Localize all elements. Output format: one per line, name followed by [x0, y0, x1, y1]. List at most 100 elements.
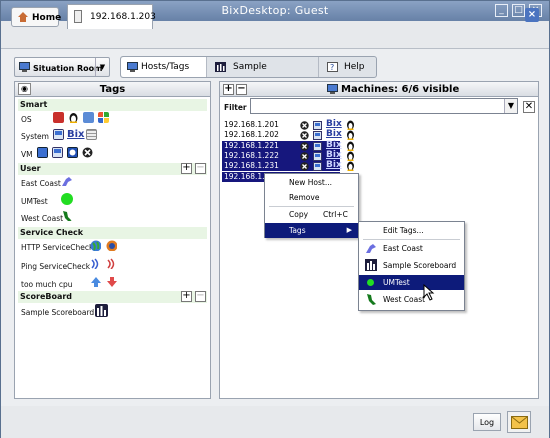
firefox-icon[interactable] [106, 240, 117, 251]
linux-penguin-icon[interactable] [68, 112, 79, 123]
tag-ping-check[interactable]: Ping ServiceCheck [21, 262, 90, 271]
machine-ip: 192.168.1.201 [224, 120, 279, 129]
vm-cluster-icon[interactable] [67, 147, 78, 158]
machine-row[interactable]: 192.168.1.202 Bix [222, 129, 354, 141]
green-dot-icon[interactable] [61, 193, 73, 205]
section-user: User [18, 163, 207, 175]
scoreboard-icon [365, 259, 377, 271]
machine-row[interactable]: 192.168.1.231 Bix [222, 160, 354, 172]
log-button[interactable]: Log [473, 413, 501, 431]
menu-new-host[interactable]: New Host... [265, 175, 358, 190]
menu-tags[interactable]: Tags ▶ [265, 223, 358, 238]
chevron-right-icon: ▶ [346, 226, 352, 234]
linux-penguin-icon [347, 161, 354, 172]
xen-icon[interactable] [82, 147, 93, 158]
submenu-umtest[interactable]: UMTest [359, 275, 464, 290]
home-tab-label: Home [32, 13, 62, 23]
bix-tag[interactable]: Bix [326, 119, 342, 129]
list-icon[interactable] [86, 129, 97, 140]
bix-tag[interactable]: Bix [326, 160, 342, 170]
submenu-edit-tags[interactable]: Edit Tags... [359, 223, 464, 238]
tag-bix[interactable]: Bix [67, 129, 85, 140]
bix-tag[interactable]: Bix [326, 150, 342, 160]
scoreboard-icon[interactable] [95, 304, 108, 317]
machine-ip: 192.168.1.231 [224, 161, 279, 171]
linux-penguin-icon [347, 151, 354, 161]
monitor-icon [19, 62, 30, 72]
machine-row[interactable]: 192.168.1.221 Bix [222, 140, 354, 151]
tag-west-coast[interactable]: West Coast [21, 214, 63, 223]
add-machine-button[interactable]: + [223, 84, 234, 95]
machine-ip: 192.168.1.2 [224, 171, 270, 181]
clear-filter-icon[interactable]: ✕ [523, 101, 535, 113]
ping-ok-icon[interactable] [90, 258, 101, 269]
machine-row[interactable]: 192.168.1.222 Bix [222, 150, 354, 161]
tab-help-label: Help [344, 62, 365, 72]
arrow-down-icon[interactable] [106, 276, 117, 287]
host-tab[interactable]: 192.168.1.203 [67, 4, 156, 29]
help-icon: ? [327, 62, 338, 72]
footer-bar [1, 406, 549, 438]
menu-copy-label: Copy [289, 210, 309, 219]
app-window: BixDesktop: Guest _ □ × Home 192.168.1.2… [0, 0, 550, 438]
minimize-button[interactable]: _ [495, 4, 508, 17]
xen-icon [300, 152, 309, 161]
tab-sample-scoreboard[interactable]: Sample Scoreboard [207, 57, 319, 92]
bix-tag[interactable]: Bix [326, 140, 342, 150]
tag-east-coast[interactable]: East Coast [21, 179, 61, 188]
windows-icon[interactable] [98, 112, 109, 123]
tag-sample-scoreboard[interactable]: Sample Scoreboard [21, 308, 94, 317]
section-smart: Smart [18, 99, 207, 111]
filter-input[interactable] [250, 98, 518, 114]
vm-server-icon[interactable] [52, 147, 63, 158]
menu-tags-label: Tags [289, 226, 306, 235]
vm-monitor-icon [313, 162, 322, 172]
remove-user-tag-button[interactable]: − [195, 163, 206, 174]
tag-vm-label: VM [21, 150, 33, 159]
machines-panel-header: + − Machines: 6/6 visible [220, 82, 538, 97]
view-tabs: Hosts/Tags Sample Scoreboard ? Help [120, 56, 377, 92]
vm-monitor-icon [313, 151, 322, 161]
tab-hosts-tags[interactable]: Hosts/Tags [121, 57, 207, 77]
remove-scoreboard-button[interactable]: − [195, 291, 206, 302]
maximize-button[interactable]: □ [512, 4, 525, 17]
situation-room-dropdown[interactable]: Situation Room ▼ [14, 57, 110, 77]
ping-fail-icon[interactable] [106, 258, 117, 269]
chevron-down-icon[interactable]: ▼ [95, 58, 109, 76]
tag-cpu[interactable]: too much cpu [21, 280, 72, 289]
tag-os-label: OS [21, 115, 32, 124]
server-icon[interactable] [53, 129, 64, 140]
os-icon-blue[interactable] [83, 112, 94, 123]
submenu-west-coast-label: West Coast [383, 295, 426, 304]
chevron-down-icon[interactable]: ▼ [504, 99, 517, 113]
submenu-east-coast-label: East Coast [383, 244, 423, 253]
vm-monitor-icon[interactable] [37, 147, 48, 158]
globe-icon[interactable] [90, 240, 101, 251]
submenu-east-coast[interactable]: East Coast [359, 241, 464, 256]
home-tab[interactable]: Home [11, 7, 62, 27]
scoreboard-icon [215, 62, 226, 72]
arrow-up-icon[interactable] [90, 276, 101, 287]
submenu-sample-scoreboard[interactable]: Sample Scoreboard [359, 258, 464, 273]
tab-help[interactable]: ? Help [319, 57, 376, 77]
submenu-west-coast[interactable]: West Coast [359, 292, 464, 307]
east-coast-map-icon[interactable] [61, 176, 72, 187]
add-user-tag-button[interactable]: + [181, 163, 192, 174]
close-tab-icon[interactable]: × [525, 8, 539, 22]
host-tab-label: 192.168.1.203 [90, 12, 156, 22]
add-scoreboard-button[interactable]: + [181, 291, 192, 302]
tag-umtest[interactable]: UMTest [21, 197, 48, 206]
menu-copy[interactable]: Copy Ctrl+C [265, 207, 358, 222]
menu-remove[interactable]: Remove [265, 190, 358, 205]
tags-panel: ◉ Tags Smart OS System Bix VM User + − E… [14, 81, 211, 399]
filter-label: Filter [224, 103, 247, 112]
bix-tag[interactable]: Bix [326, 129, 342, 139]
tag-http-check[interactable]: HTTP ServiceCheck [21, 243, 93, 252]
machine-row[interactable]: 192.168.1.201 Bix [222, 119, 354, 130]
redhat-icon[interactable] [53, 112, 64, 123]
remove-machine-button[interactable]: − [236, 84, 247, 95]
west-coast-map-icon[interactable] [61, 210, 72, 221]
mail-button[interactable] [507, 411, 531, 433]
eye-icon[interactable]: ◉ [18, 83, 31, 95]
vm-monitor-icon [313, 141, 322, 151]
